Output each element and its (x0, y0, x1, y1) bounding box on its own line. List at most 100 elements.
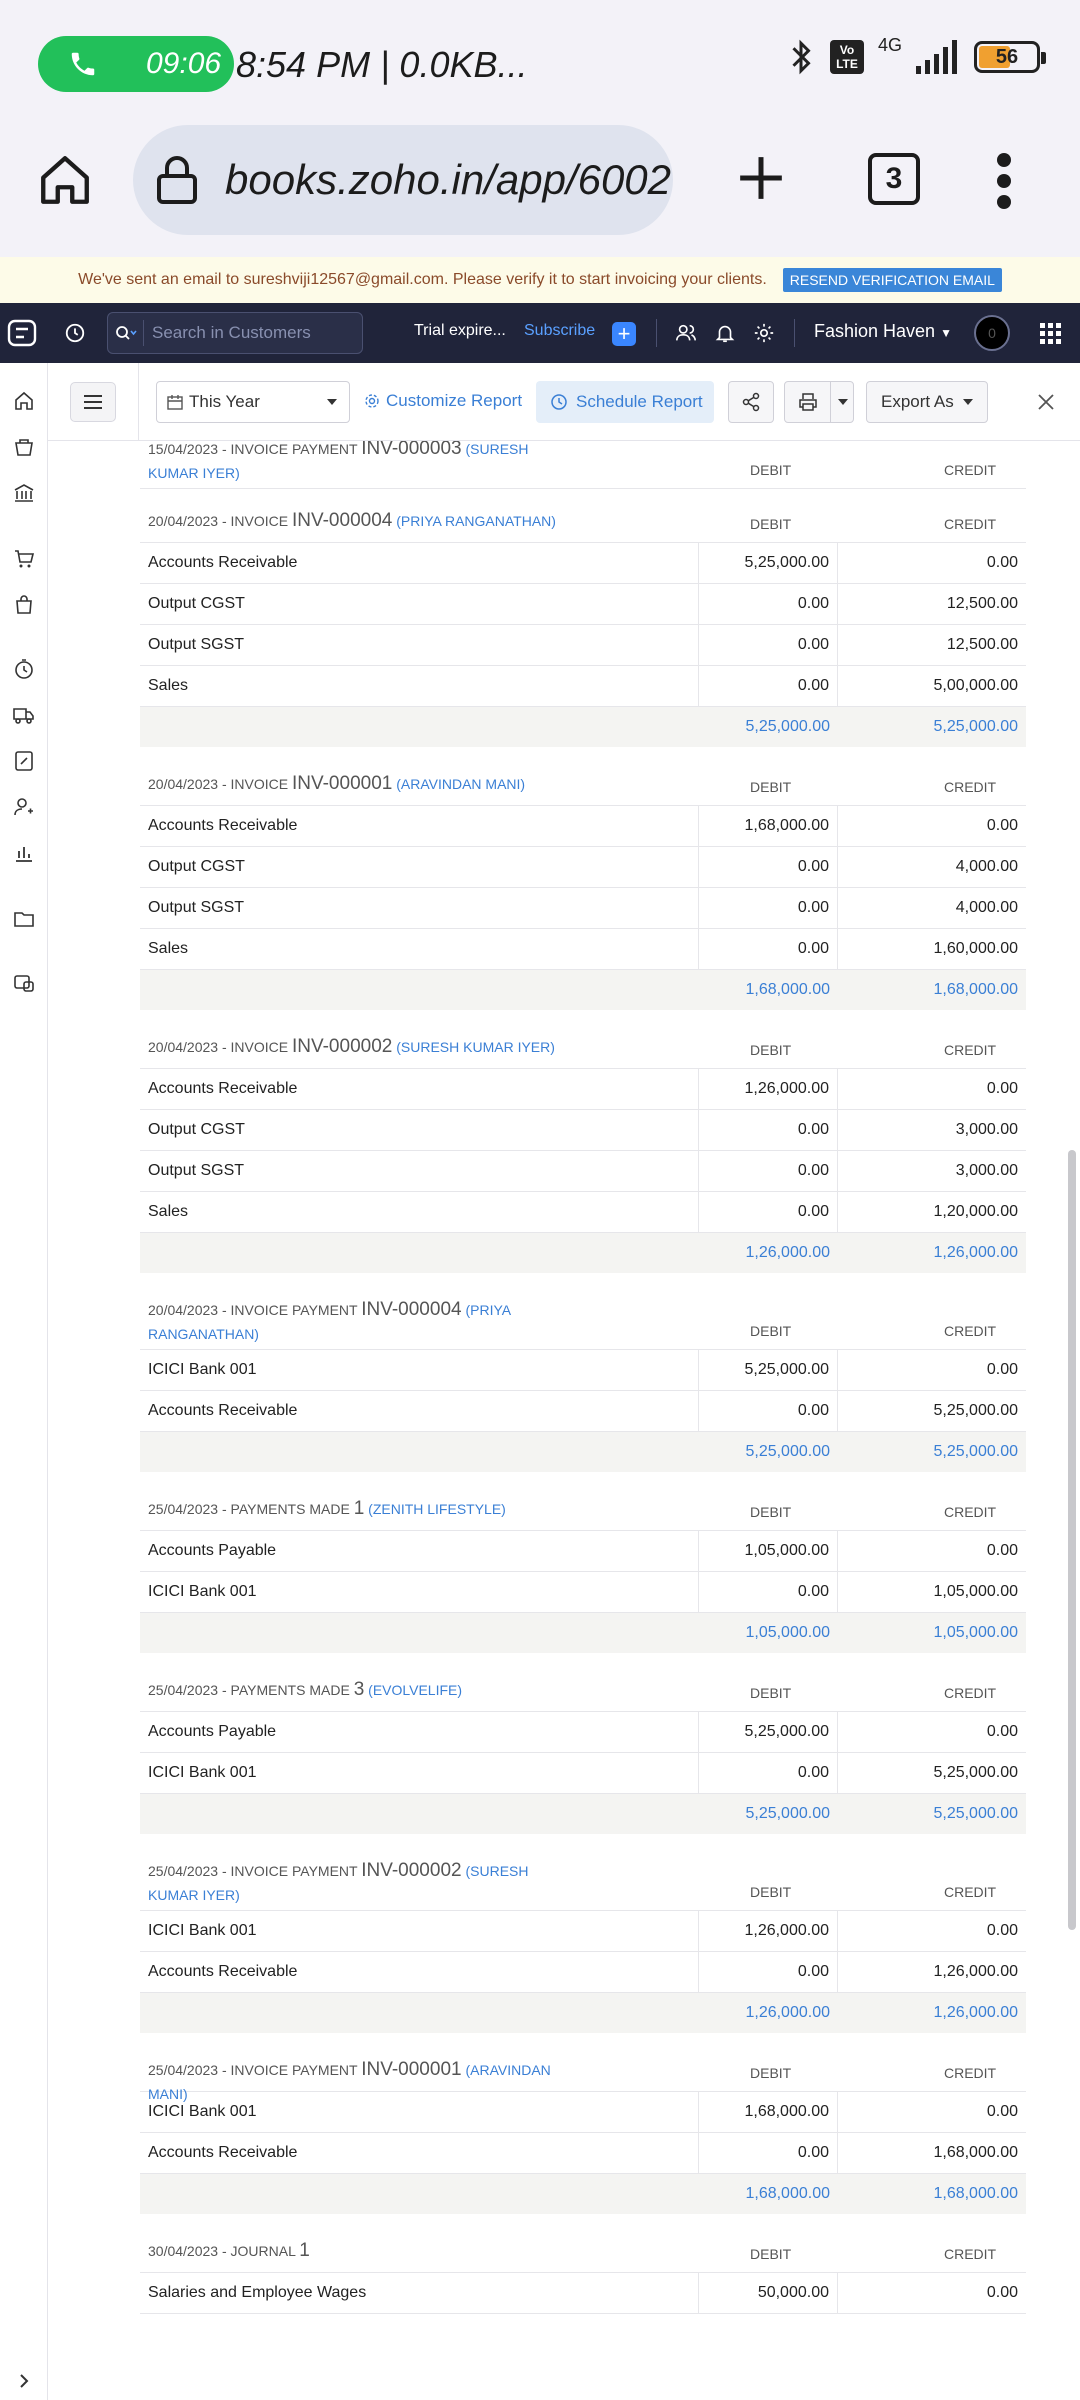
debit-amount: 1,26,000.00 (698, 1069, 838, 1109)
entry-number-link[interactable]: 3 (354, 1679, 365, 1700)
address-bar[interactable]: books.zoho.in/app/6002 (133, 125, 673, 235)
home-icon[interactable] (36, 151, 94, 209)
purchases-bag-icon[interactable] (12, 593, 36, 617)
debit-amount: 0.00 (698, 888, 838, 928)
entry-number-link[interactable]: 1 (354, 1498, 365, 1519)
account-name[interactable]: Sales (148, 677, 188, 695)
account-name[interactable]: ICICI Bank 001 (148, 1922, 257, 1940)
print-button[interactable] (784, 381, 854, 423)
expand-sidebar-chevron-icon[interactable] (14, 2371, 34, 2391)
settings-gear-icon[interactable] (753, 322, 775, 344)
total-credit: 1,05,000.00 (933, 1624, 1018, 1641)
account-name[interactable]: ICICI Bank 001 (148, 1361, 257, 1379)
entry-number-link[interactable]: INV-000004 (292, 510, 392, 531)
entry-number-link[interactable]: 1 (299, 2240, 310, 2261)
account-name[interactable]: ICICI Bank 001 (148, 1583, 257, 1601)
more-menu-icon[interactable] (994, 153, 1014, 209)
total-credit: 5,25,000.00 (933, 718, 1018, 735)
eway-bills-truck-icon[interactable] (12, 703, 36, 727)
subscribe-link[interactable]: Subscribe (524, 322, 595, 340)
new-tab-icon[interactable] (736, 153, 786, 203)
entry-party-link[interactable]: (ARAVINDAN MANI) (396, 776, 525, 792)
account-name[interactable]: Output CGST (148, 858, 245, 876)
app-grid-icon[interactable] (1040, 323, 1062, 345)
entry-number-link[interactable]: INV-000002 (292, 1036, 392, 1057)
account-name[interactable]: Accounts Receivable (148, 2144, 297, 2162)
entry-party-link[interactable]: (ZENITH LIFESTYLE) (368, 1501, 506, 1517)
total-credit: 5,25,000.00 (933, 1805, 1018, 1822)
entry-number-link[interactable]: INV-000002 (361, 1860, 461, 1881)
account-name[interactable]: Output CGST (148, 1121, 245, 1139)
debit-amount: 0.00 (698, 625, 838, 665)
total-debit: 1,26,000.00 (745, 1244, 830, 1261)
entry-number-link[interactable]: INV-000004 (361, 1299, 461, 1320)
account-name[interactable]: Output CGST (148, 595, 245, 613)
ongoing-call-chip[interactable]: 09:06 (38, 36, 234, 92)
apps-integration-icon[interactable] (12, 971, 36, 995)
quick-create-button[interactable]: + (612, 322, 636, 346)
entry-party-link[interactable]: (EVOLVELIFE) (368, 1682, 462, 1698)
entry-header: 25/04/2023 - PAYMENTS MADE 3 (EVOLVELIFE… (140, 1672, 1026, 1712)
organization-switcher[interactable]: Fashion Haven ▼ (814, 321, 952, 342)
search-icon[interactable] (108, 320, 144, 346)
entry-date: 20/04/2023 - (148, 776, 227, 792)
recent-history-icon[interactable] (64, 322, 86, 344)
account-name[interactable]: Salaries and Employee Wages (148, 2284, 366, 2302)
share-button[interactable] (728, 381, 774, 423)
account-name[interactable]: Output SGST (148, 899, 244, 917)
account-name[interactable]: Accounts Payable (148, 1723, 276, 1741)
account-name[interactable]: Accounts Receivable (148, 1080, 297, 1098)
chevron-down-icon[interactable] (838, 399, 848, 405)
account-name[interactable]: Accounts Payable (148, 1542, 276, 1560)
account-name[interactable]: Accounts Receivable (148, 817, 297, 835)
entry-date: 20/04/2023 - (148, 513, 227, 529)
entry-header: 30/04/2023 - JOURNAL 1 DEBIT CREDIT (140, 2233, 1026, 2273)
search-bar[interactable] (107, 312, 363, 354)
date-range-select[interactable]: This Year (156, 381, 350, 423)
customize-report-button[interactable]: Customize Report (364, 391, 522, 411)
entry-party-link[interactable]: (PRIYA RANGANATHAN) (396, 513, 556, 529)
account-name[interactable]: Output SGST (148, 1162, 244, 1180)
notification-bell-icon[interactable] (714, 322, 736, 344)
account-name[interactable]: Accounts Receivable (148, 554, 297, 572)
items-nav-icon[interactable] (12, 435, 36, 459)
account-name[interactable]: ICICI Bank 001 (148, 2103, 257, 2121)
sales-cart-icon[interactable] (12, 547, 36, 571)
account-name[interactable]: Output SGST (148, 636, 244, 654)
entry-header: 20/04/2023 - INVOICE PAYMENT INV-000004 … (140, 1292, 1026, 1350)
credit-amount: 1,05,000.00 (933, 1583, 1018, 1600)
account-name[interactable]: ICICI Bank 001 (148, 1764, 257, 1782)
close-icon[interactable] (1036, 392, 1056, 412)
account-name[interactable]: Sales (148, 1203, 188, 1221)
account-name[interactable]: Accounts Receivable (148, 1963, 297, 1981)
header-divider (794, 319, 795, 347)
documents-folder-icon[interactable] (12, 907, 36, 931)
resend-verification-button[interactable]: RESEND VERIFICATION EMAIL (782, 268, 1002, 292)
entry-number-link[interactable]: INV-000001 (361, 2059, 461, 2080)
credit-amount: 1,20,000.00 (933, 1203, 1018, 1220)
export-as-button[interactable]: Export As (866, 381, 988, 423)
search-input[interactable] (144, 323, 344, 343)
entry-party-link[interactable]: (SURESH KUMAR IYER) (396, 1039, 555, 1055)
accountant-icon[interactable] (12, 749, 36, 773)
entry-total-row: 5,25,000.00 5,25,000.00 (140, 1794, 1026, 1834)
entry-number-link[interactable]: INV-000001 (292, 773, 392, 794)
schedule-report-button[interactable]: Schedule Report (536, 381, 714, 423)
banking-nav-icon[interactable] (12, 481, 36, 505)
reports-chart-icon[interactable] (12, 841, 36, 865)
scrollbar[interactable] (1068, 1150, 1076, 1930)
entry-number-link[interactable]: INV-000003 (361, 441, 461, 459)
time-tracking-icon[interactable] (12, 657, 36, 681)
account-name[interactable]: Sales (148, 940, 188, 958)
entry-title: 25/04/2023 - INVOICE PAYMENT INV-000002 … (148, 1859, 568, 1907)
zoho-books-logo-icon[interactable] (6, 317, 38, 349)
debit-amount: 50,000.00 (698, 2273, 838, 2313)
table-row: Accounts Receivable 0.00 1,26,000.00 (140, 1952, 1026, 1993)
account-name[interactable]: Accounts Receivable (148, 1402, 297, 1420)
tab-switcher-button[interactable]: 3 (868, 153, 920, 205)
hamburger-menu-icon[interactable] (70, 382, 116, 422)
users-icon[interactable] (675, 322, 697, 344)
contacts-icon[interactable] (12, 795, 36, 819)
home-nav-icon[interactable] (12, 389, 36, 413)
avatar[interactable]: 0 (974, 315, 1010, 351)
